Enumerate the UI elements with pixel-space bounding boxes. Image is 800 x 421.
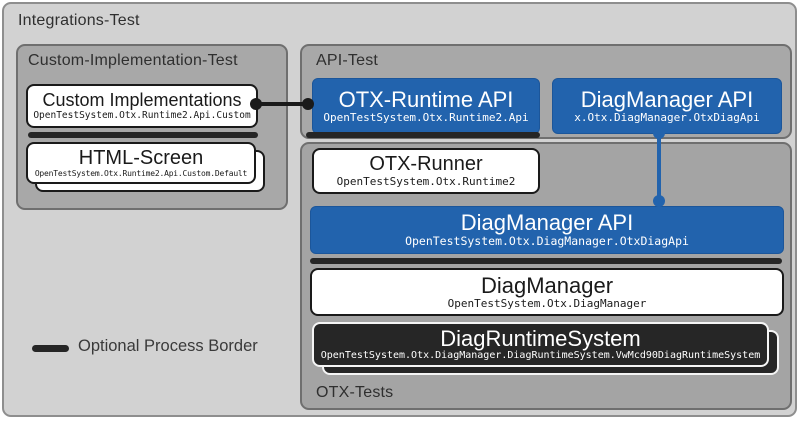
node-diagmanager-api-inner-title: DiagManager API bbox=[461, 211, 633, 234]
node-diagmanager: DiagManager OpenTestSystem.Otx.DiagManag… bbox=[310, 268, 784, 316]
container-integrations-test-label: Integrations-Test bbox=[18, 12, 140, 30]
node-diag-runtime-system-subtitle: OpenTestSystem.Otx.DiagManager.DiagRunti… bbox=[321, 350, 761, 363]
node-otx-runner-title: OTX-Runner bbox=[369, 154, 482, 175]
legend-label: Optional Process Border bbox=[78, 337, 258, 356]
container-otx-tests-label: OTX-Tests bbox=[316, 384, 393, 402]
container-custom-implementation-test: Custom-Implementation-Test Custom Implem… bbox=[16, 44, 288, 210]
node-diag-runtime-system-title: DiagRuntimeSystem bbox=[440, 327, 641, 350]
process-border-line bbox=[310, 258, 782, 264]
connector-endpoint-dot bbox=[302, 98, 314, 110]
container-api-test: API-Test OTX-Runtime API OpenTestSystem.… bbox=[300, 44, 792, 139]
container-api-test-label: API-Test bbox=[316, 52, 378, 70]
node-diagmanager-api-top-subtitle: x.Otx.DiagManager.OtxDiagApi bbox=[574, 111, 759, 125]
node-otx-runtime-api-title: OTX-Runtime API bbox=[339, 88, 514, 111]
node-diagmanager-subtitle: OpenTestSystem.Otx.DiagManager bbox=[448, 297, 647, 311]
process-border-line bbox=[306, 132, 540, 138]
node-html-screen-title: HTML-Screen bbox=[79, 148, 203, 169]
diagram-canvas: Integrations-Test Custom-Implementation-… bbox=[0, 0, 800, 421]
node-diagmanager-api-top: DiagManager API x.Otx.DiagManager.OtxDia… bbox=[552, 78, 782, 134]
node-custom-implementations-title: Custom Implementations bbox=[42, 91, 241, 110]
node-diagmanager-api-top-title: DiagManager API bbox=[581, 88, 753, 111]
container-otx-tests: OTX-Runner OpenTestSystem.Otx.Runtime2 D… bbox=[300, 142, 792, 410]
container-custom-implementation-test-label: Custom-Implementation-Test bbox=[28, 52, 238, 70]
node-diagmanager-api-inner: DiagManager API OpenTestSystem.Otx.DiagM… bbox=[310, 206, 784, 254]
process-border-line bbox=[28, 132, 258, 138]
node-html-screen-subtitle: OpenTestSystem.Otx.Runtime2.Api.Custom.D… bbox=[35, 169, 247, 179]
legend-process-border-sample-line bbox=[32, 345, 69, 352]
container-integrations-test: Integrations-Test Custom-Implementation-… bbox=[2, 2, 797, 417]
node-html-screen: HTML-Screen OpenTestSystem.Otx.Runtime2.… bbox=[26, 142, 256, 184]
node-otx-runtime-api: OTX-Runtime API OpenTestSystem.Otx.Runti… bbox=[312, 78, 540, 134]
node-diagmanager-api-inner-subtitle: OpenTestSystem.Otx.DiagManager.OtxDiagAp… bbox=[405, 234, 689, 248]
node-custom-implementations: Custom Implementations OpenTestSystem.Ot… bbox=[26, 84, 258, 128]
node-diagmanager-title: DiagManager bbox=[481, 274, 613, 297]
node-otx-runner-subtitle: OpenTestSystem.Otx.Runtime2 bbox=[337, 175, 516, 189]
node-otx-runtime-api-subtitle: OpenTestSystem.Otx.Runtime2.Api bbox=[323, 111, 528, 125]
connector-endpoint-dot bbox=[250, 98, 262, 110]
connector-endpoint-dot bbox=[653, 127, 665, 139]
node-custom-implementations-subtitle: OpenTestSystem.Otx.Runtime2.Api.Custom bbox=[33, 110, 250, 122]
node-diag-runtime-system: DiagRuntimeSystem OpenTestSystem.Otx.Dia… bbox=[312, 322, 769, 367]
connector-endpoint-dot bbox=[653, 195, 665, 207]
node-otx-runner: OTX-Runner OpenTestSystem.Otx.Runtime2 bbox=[312, 148, 540, 194]
